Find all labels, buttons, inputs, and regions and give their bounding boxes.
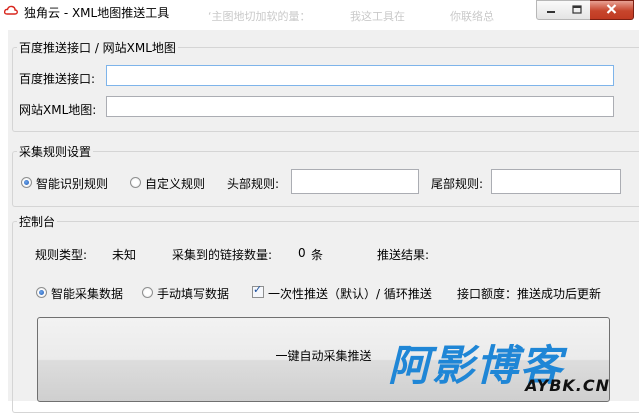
window-title: 独角云 - XML地图推送工具 [24,6,170,20]
console-group-title: 控制台 [17,213,58,230]
manual-fill-label[interactable]: 手动填写数据 [157,285,229,302]
custom-rule-radio[interactable] [130,177,141,188]
watermark-en-text: AYBK.CN [525,376,610,395]
one-time-push-label[interactable]: 一次性推送（默认）/ 循环推送 [268,285,432,302]
watermark-logo: 阿影博客 AYBK.CN [388,340,628,400]
custom-rule-label[interactable]: 自定义规则 [145,175,205,192]
links-count-unit: 条 [311,248,324,262]
smart-rule-label[interactable]: 智能识别规则 [36,175,108,192]
check-icon: ✓ [253,283,263,296]
smart-collect-label[interactable]: 智能采集数据 [51,285,123,302]
title-ghost-text-3: 你联络总 [450,10,494,23]
smart-rule-radio[interactable] [21,177,32,188]
title-ghost-text-1: ‘主图地切加软的量： [208,10,311,23]
links-count-label: 采集到的链接数量: [172,248,273,262]
title-bar[interactable]: 独角云 - XML地图推送工具 ‘主图地切加软的量： 我这工具在 你联络总 [0,0,639,24]
tail-rule-input[interactable] [491,169,621,194]
links-count-value: 0 [298,246,306,260]
close-button[interactable] [590,0,634,20]
title-ghost-text-2: 我这工具在 [350,10,405,23]
push-api-input[interactable] [106,65,614,86]
maximize-icon [571,3,582,17]
close-icon [606,3,617,17]
sitemap-input[interactable] [106,96,614,117]
sitemap-label: 网站XML地图: [19,103,97,117]
manual-fill-radio[interactable] [142,287,153,298]
head-rule-input[interactable] [291,169,419,194]
baidu-push-group: 百度推送接口 / 网站XML地图 百度推送接口: 网站XML地图: [12,39,639,132]
push-result-label: 推送结果: [377,248,430,262]
rule-type-value: 未知 [112,248,137,262]
push-api-label: 百度推送接口: [19,72,96,86]
collection-rules-group: 采集规则设置 智能识别规则 自定义规则 头部规则: 尾部规则: [12,143,639,207]
cloud-icon [3,4,18,19]
one-time-push-checkbox[interactable]: ✓ [252,283,264,298]
smart-collect-radio[interactable] [36,287,47,298]
minimize-button[interactable] [536,0,565,20]
tail-rule-label: 尾部规则: [431,177,484,191]
baidu-push-group-title: 百度推送接口 / 网站XML地图 [17,39,178,56]
rule-type-label: 规则类型: [35,248,88,262]
quota-label: 接口额度：推送成功后更新 [457,287,602,301]
minimize-icon [546,3,556,17]
head-rule-label: 头部规则: [227,177,280,191]
collection-rules-group-title: 采集规则设置 [17,143,94,160]
maximize-button[interactable] [563,0,591,20]
